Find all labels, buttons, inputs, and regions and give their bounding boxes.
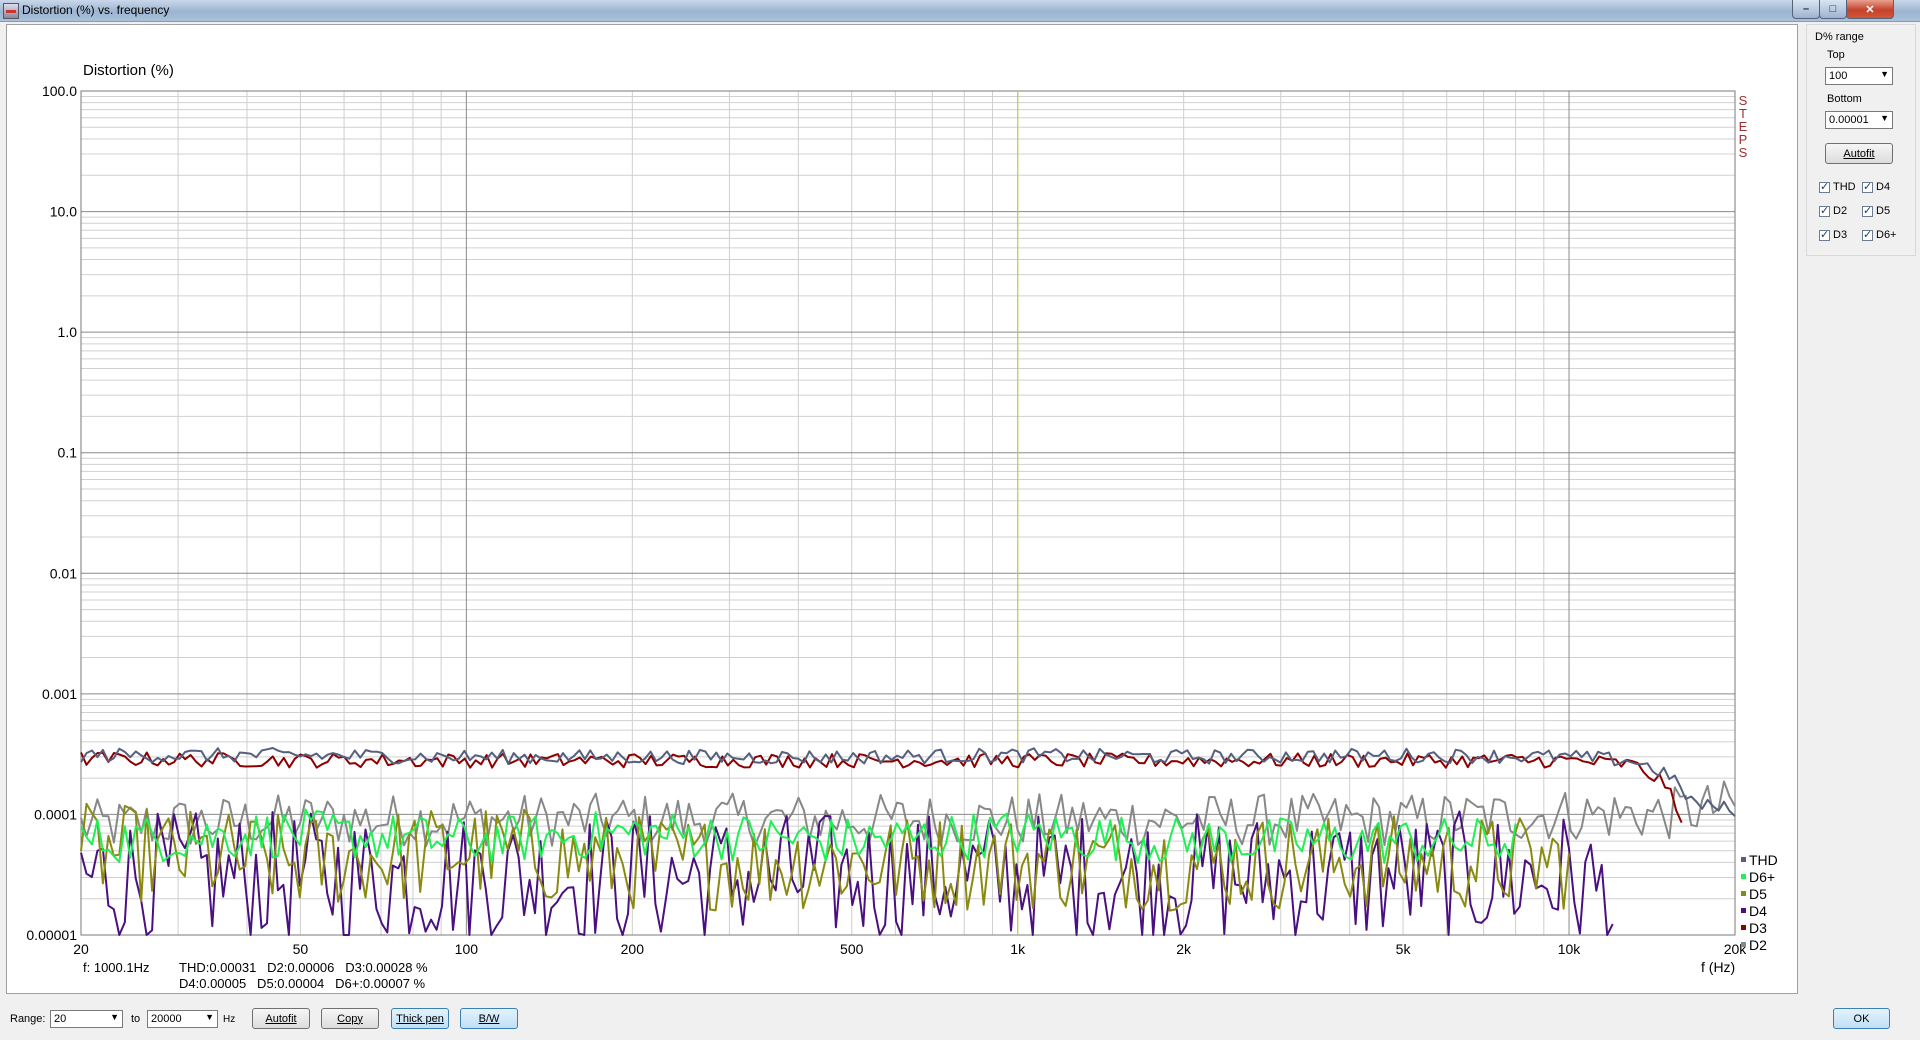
checkbox-d5[interactable]: D5 [1862, 204, 1891, 217]
to-label: to [131, 1013, 141, 1025]
checkbox-check-icon [1819, 180, 1830, 193]
y-tick-label: 1.0 [58, 324, 78, 340]
y-tick-label: 0.0001 [34, 806, 77, 822]
checkbox-label: D2 [1833, 205, 1848, 217]
bottom-toolbar: Range: 20 ▼ to 20000 ▼ Hz Autofit Copy T… [0, 1000, 1920, 1040]
y-tick-label: 10.0 [50, 204, 77, 220]
legend-label: D6+ [1749, 869, 1775, 885]
window-title: Distortion (%) vs. frequency [22, 3, 170, 17]
bw-toggle[interactable]: B/W [460, 1008, 518, 1029]
legend-swatch [1741, 874, 1746, 879]
checkbox-label: D4 [1876, 181, 1891, 193]
checkbox-check-icon [1862, 228, 1873, 241]
steps-label: STEPS [1739, 93, 1748, 160]
x-tick-label: 5k [1396, 941, 1412, 957]
chevron-down-icon: ▼ [1880, 69, 1889, 79]
bottom-range-value: 0.00001 [1829, 114, 1869, 126]
x-axis-label: f (Hz) [1701, 959, 1735, 975]
legend-label: D3 [1749, 920, 1767, 936]
x-tick-label: 2k [1176, 941, 1192, 957]
plot-frame [80, 90, 1736, 936]
title-bar: Distortion (%) vs. frequency – □ ✕ [0, 0, 1920, 22]
chevron-down-icon: ▼ [110, 1012, 119, 1022]
x-tick-label: 1k [1010, 941, 1026, 957]
hz-label: Hz [223, 1014, 236, 1025]
legend: THDD6+D5D4D3D2 [1741, 852, 1778, 953]
legend-swatch [1741, 925, 1746, 930]
checkbox-d6plus[interactable]: D6+ [1862, 228, 1897, 241]
range-group-label: D% range [1815, 31, 1864, 43]
legend-label: D5 [1749, 886, 1767, 902]
y-tick-label: 0.001 [42, 686, 77, 702]
distortion-chart: 100.0 10.0 1.0 0.1 0.01 0.001 0.0001 0.00001 20… [26, 62, 1778, 991]
bottom-label: Bottom [1827, 93, 1862, 105]
checkbox-check-icon [1862, 180, 1873, 193]
legend-label: THD [1749, 852, 1778, 868]
range-label: Range: [10, 1013, 46, 1025]
legend-swatch [1741, 942, 1746, 947]
chart-title: Distortion (%) [83, 62, 174, 79]
checkbox-thd[interactable]: THD [1819, 180, 1856, 193]
legend-swatch [1741, 857, 1746, 862]
thick-pen-toggle[interactable]: Thick pen [391, 1008, 449, 1029]
minimize-button[interactable]: – [1792, 0, 1820, 19]
copy-button[interactable]: Copy [321, 1008, 379, 1029]
chevron-down-icon: ▼ [205, 1012, 214, 1022]
checkbox-check-icon [1862, 204, 1873, 217]
readout-line-2: D4:0.00005 D5:0.00004 D6+:0.00007 % [179, 976, 426, 991]
autofit-button[interactable]: Autofit [252, 1008, 310, 1029]
checkbox-label: THD [1833, 181, 1856, 193]
legend-label: D4 [1749, 903, 1767, 919]
side-autofit-button[interactable]: Autofit [1825, 143, 1893, 164]
checkbox-label: D6+ [1876, 229, 1897, 241]
x-tick-label: 500 [840, 941, 864, 957]
top-label: Top [1827, 49, 1845, 61]
bottom-range-select[interactable]: 0.00001 ▼ [1825, 111, 1893, 129]
y-tick-label: 0.01 [50, 565, 77, 581]
x-tick-label: 20 [73, 941, 89, 957]
x-tick-label: 10k [1558, 941, 1582, 957]
checkbox-label: D5 [1876, 205, 1891, 217]
x-tick-labels: 20 50 100 200 500 1k 2k 5k 10k 20k [73, 941, 1747, 957]
series-line-d2 [80, 780, 1736, 848]
checkbox-d2[interactable]: D2 [1819, 204, 1848, 217]
checkbox-label: D3 [1833, 229, 1848, 241]
range-panel: D% range Top 100 ▼ Bottom 0.00001 ▼ Auto… [1806, 24, 1916, 256]
checkbox-d4[interactable]: D4 [1862, 180, 1891, 193]
x-tick-label: 100 [455, 941, 479, 957]
range-to-value: 20000 [151, 1013, 182, 1025]
ok-button[interactable]: OK [1833, 1008, 1890, 1029]
app-icon [3, 3, 19, 19]
y-tick-label: 0.00001 [26, 927, 77, 943]
range-to-select[interactable]: 20000 ▼ [147, 1010, 218, 1028]
x-tick-label: 200 [621, 941, 645, 957]
top-range-value: 100 [1829, 70, 1848, 82]
major-grid [81, 91, 1735, 936]
y-tick-label: 0.1 [58, 445, 78, 461]
chart-panel: 100.0 10.0 1.0 0.1 0.01 0.001 0.0001 0.00001 20… [6, 24, 1798, 994]
checkbox-d3[interactable]: D3 [1819, 228, 1848, 241]
legend-swatch [1741, 891, 1746, 896]
chevron-down-icon: ▼ [1880, 113, 1889, 123]
readout-frequency: f: 1000.1Hz [83, 960, 150, 975]
legend-swatch [1741, 908, 1746, 913]
range-from-value: 20 [54, 1013, 67, 1025]
top-range-select[interactable]: 100 ▼ [1825, 67, 1893, 85]
y-tick-labels: 100.0 10.0 1.0 0.1 0.01 0.001 0.0001 0.00001 [26, 83, 77, 943]
maximize-button[interactable]: □ [1819, 0, 1847, 19]
range-from-select[interactable]: 20 ▼ [50, 1010, 123, 1028]
close-button[interactable]: ✕ [1846, 0, 1894, 19]
legend-label: D2 [1749, 937, 1767, 953]
y-tick-label: 100.0 [42, 83, 77, 99]
steps-letter: S [1739, 145, 1748, 160]
checkbox-check-icon [1819, 228, 1830, 241]
minor-grid [80, 91, 1736, 935]
x-tick-label: 50 [293, 941, 309, 957]
readout-line-1: THD:0.00031 D2:0.00006 D3:0.00028 % [179, 960, 428, 975]
checkbox-check-icon [1819, 204, 1830, 217]
